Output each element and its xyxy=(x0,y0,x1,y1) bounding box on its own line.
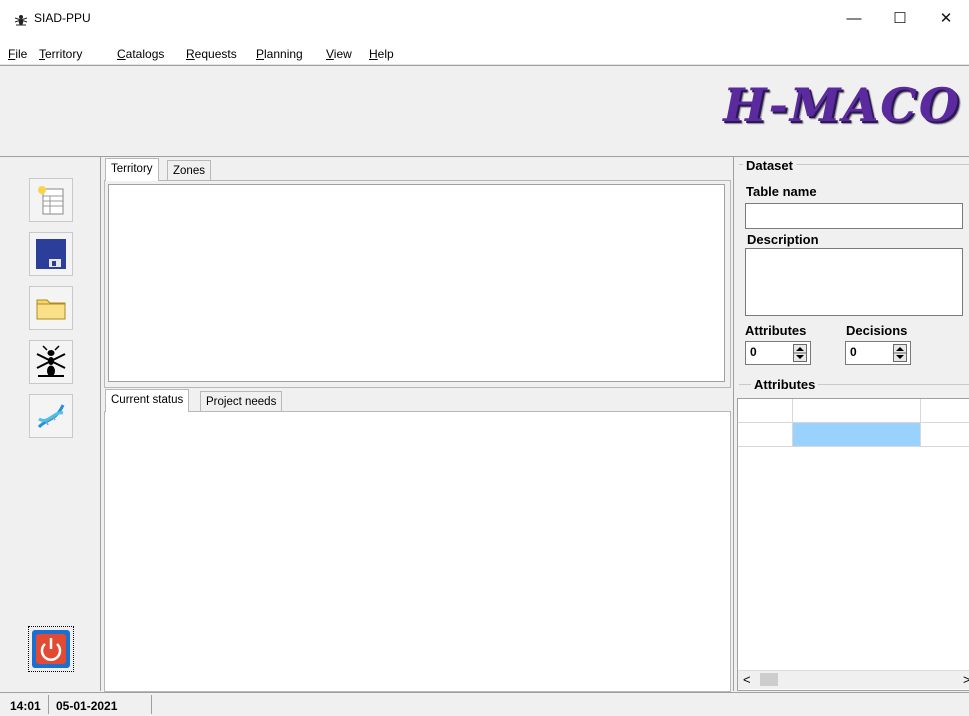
scroll-right-icon[interactable]: > xyxy=(963,672,969,687)
selected-grid-cell[interactable] xyxy=(793,423,920,446)
menu-catalogs[interactable]: Catalogs xyxy=(117,47,164,61)
decisions-count-label: Decisions xyxy=(846,323,908,338)
tab-project-needs[interactable]: Project needs xyxy=(200,391,283,412)
tab-current-status[interactable]: Current status xyxy=(105,389,190,412)
banner: H-MACO xyxy=(0,65,969,157)
save-button[interactable] xyxy=(29,232,73,276)
horizontal-scrollbar[interactable]: < > xyxy=(738,670,969,689)
menu-view[interactable]: View xyxy=(326,47,352,61)
current-status-view xyxy=(104,411,731,692)
spinner-arrows-icon[interactable] xyxy=(893,344,907,362)
status-time: 14:01 xyxy=(10,699,41,713)
table-name-label: Table name xyxy=(746,184,817,199)
dna-icon xyxy=(37,404,65,429)
ant-icon xyxy=(36,345,66,377)
new-table-button[interactable] xyxy=(29,178,73,222)
attributes-count-label: Attributes xyxy=(745,323,807,338)
exit-button[interactable] xyxy=(28,626,74,672)
tab-zones[interactable]: Zones xyxy=(167,160,211,181)
hmaco-logo: H-MACO xyxy=(723,78,961,132)
bottom-tabstrip: Current status Project needs xyxy=(104,389,729,412)
attributes-spinner-value: 0 xyxy=(750,345,757,359)
window-title: SIAD-PPU xyxy=(34,11,91,25)
close-button[interactable]: ✕ xyxy=(923,0,969,38)
new-table-icon xyxy=(38,186,64,215)
power-icon xyxy=(32,630,70,668)
grid-col-line xyxy=(920,399,921,446)
scroll-thumb[interactable] xyxy=(760,673,778,686)
dataset-panel: Dataset Table name Description Attribute… xyxy=(733,156,969,691)
attributes-spinner[interactable]: 0 xyxy=(745,341,811,365)
description-label: Description xyxy=(747,232,819,247)
menu-bar: File Territory Catalogs Requests Plannin… xyxy=(0,38,969,65)
minimize-button[interactable]: — xyxy=(831,0,877,38)
left-toolbar xyxy=(0,156,101,691)
menu-help[interactable]: Help xyxy=(369,47,394,61)
decisions-spinner[interactable]: 0 xyxy=(845,341,911,365)
status-divider xyxy=(48,695,49,714)
attributes-group-label: Attributes xyxy=(751,377,819,392)
top-tabstrip: Territory Zones xyxy=(104,158,729,181)
maximize-button[interactable]: ☐ xyxy=(877,0,923,38)
menu-requests[interactable]: Requests xyxy=(186,47,237,61)
description-input[interactable] xyxy=(745,248,963,316)
status-date: 05-01-2021 xyxy=(56,699,118,713)
status-divider xyxy=(151,695,152,714)
ant-button[interactable] xyxy=(29,340,73,384)
dna-button[interactable] xyxy=(29,394,73,438)
title-bar: SIAD-PPU — ☐ ✕ xyxy=(0,0,969,38)
decisions-spinner-value: 0 xyxy=(850,345,857,359)
attributes-grid[interactable]: < > xyxy=(737,398,969,691)
territory-view xyxy=(108,184,725,382)
tab-territory[interactable]: Territory xyxy=(105,158,159,181)
status-bar: 14:01 05-01-2021 xyxy=(0,692,969,716)
save-icon xyxy=(36,239,66,269)
territory-tab-panel xyxy=(104,180,731,388)
grid-row-line xyxy=(738,446,969,447)
open-folder-icon xyxy=(36,299,66,320)
scroll-left-icon[interactable]: < xyxy=(743,672,751,687)
dataset-group-label: Dataset xyxy=(743,158,796,173)
open-folder-button[interactable] xyxy=(29,286,73,330)
table-name-input[interactable] xyxy=(745,203,963,229)
menu-territory[interactable]: Territory xyxy=(39,47,82,61)
ant-app-icon xyxy=(14,15,28,26)
menu-planning[interactable]: Planning xyxy=(256,47,303,61)
menu-file[interactable]: File xyxy=(8,47,27,61)
spinner-arrows-icon[interactable] xyxy=(793,344,807,362)
